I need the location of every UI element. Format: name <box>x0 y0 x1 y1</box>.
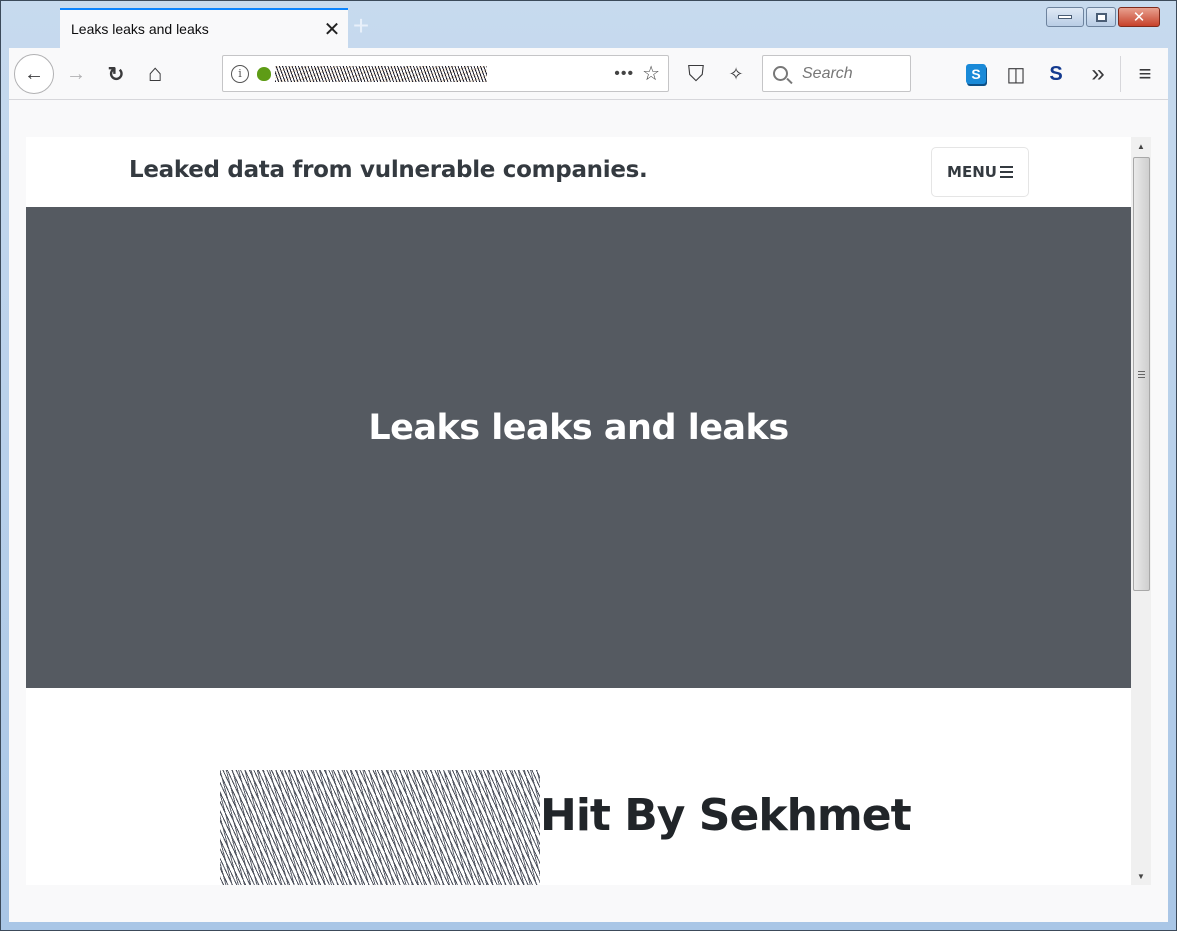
post-title[interactable]: Hit By Sekhmet <box>540 790 912 841</box>
back-button[interactable]: ← <box>14 54 54 94</box>
skype-icon: S <box>966 64 986 84</box>
s-extension-button[interactable]: S <box>1042 60 1070 88</box>
toolbar-divider <box>1120 56 1121 92</box>
site-header: Leaked data from vulnerable companies. M… <box>26 137 1131 207</box>
hamburger-menu-icon[interactable]: ≡ <box>1131 60 1159 88</box>
page-actions-icon[interactable]: ••• <box>606 65 642 83</box>
maximize-button[interactable] <box>1086 7 1116 27</box>
post-section: Hit By Sekhmet <box>26 688 1131 885</box>
site-brand[interactable]: Leaked data from vulnerable companies. <box>129 157 648 183</box>
hamburger-icon <box>999 166 1013 178</box>
shield-icon[interactable]: ⛉ <box>682 60 710 88</box>
close-window-button[interactable]: ✕ <box>1118 7 1160 27</box>
url-text[interactable]: [obscured onion address] <box>275 65 487 82</box>
close-icon: ✕ <box>1132 8 1146 26</box>
site-info-icon[interactable]: i <box>231 64 249 83</box>
browser-window: Leaks leaks and leaks ✕ + ✕ ← → ↻ ⌂ i [o… <box>0 0 1177 931</box>
overflow-menu-icon[interactable]: » <box>1084 60 1112 88</box>
sidebar-icon[interactable]: ◫ <box>1002 60 1030 88</box>
arrow-left-icon: ← <box>24 62 44 85</box>
home-button[interactable]: ⌂ <box>138 57 172 91</box>
tab-title: Leaks leaks and leaks <box>71 21 209 37</box>
onion-icon <box>257 66 271 81</box>
scroll-down-arrow-icon[interactable]: ▼ <box>1131 867 1151 885</box>
menu-button[interactable]: MENU <box>931 147 1029 197</box>
skype-extension-button[interactable]: S <box>962 60 990 88</box>
navigation-toolbar: ← → ↻ ⌂ i [obscured onion address] ••• ☆… <box>9 48 1168 100</box>
arrow-right-icon: → <box>66 62 86 85</box>
content-area: Leaked data from vulnerable companies. M… <box>9 100 1168 922</box>
window-controls: ✕ <box>1046 7 1160 27</box>
forward-button[interactable]: → <box>59 57 93 91</box>
s-extension-icon: S <box>1049 62 1063 85</box>
grip-icon <box>1138 370 1145 378</box>
search-placeholder: Search <box>802 64 853 82</box>
hero-title: Leaks leaks and leaks <box>368 407 789 448</box>
search-icon <box>773 66 788 81</box>
post-thumbnail-image[interactable] <box>220 770 540 885</box>
scrollbar-thumb[interactable] <box>1133 157 1150 591</box>
broom-icon[interactable]: ✧ <box>722 60 750 88</box>
new-tab-icon[interactable]: + <box>349 12 373 40</box>
close-tab-icon[interactable]: ✕ <box>316 17 348 42</box>
tab-active[interactable]: Leaks leaks and leaks ✕ <box>60 8 348 48</box>
reload-icon: ↻ <box>107 63 125 86</box>
hero-banner: Leaks leaks and leaks <box>26 207 1131 688</box>
maximize-icon <box>1095 12 1107 22</box>
web-page: Leaked data from vulnerable companies. M… <box>26 137 1131 885</box>
minimize-button[interactable] <box>1046 7 1084 27</box>
bookmark-star-icon[interactable]: ☆ <box>642 61 660 86</box>
scroll-up-arrow-icon[interactable]: ▲ <box>1131 137 1151 155</box>
vertical-scrollbar[interactable]: ▲ ▼ <box>1131 137 1151 885</box>
menu-label: MENU <box>947 163 997 181</box>
minimize-icon <box>1058 15 1072 19</box>
search-input[interactable]: Search <box>762 55 911 92</box>
tab-strip: Leaks leaks and leaks ✕ + ✕ <box>9 1 1168 48</box>
home-icon: ⌂ <box>147 60 163 87</box>
reload-button[interactable]: ↻ <box>99 57 133 91</box>
address-bar[interactable]: i [obscured onion address] ••• ☆ <box>222 55 669 92</box>
